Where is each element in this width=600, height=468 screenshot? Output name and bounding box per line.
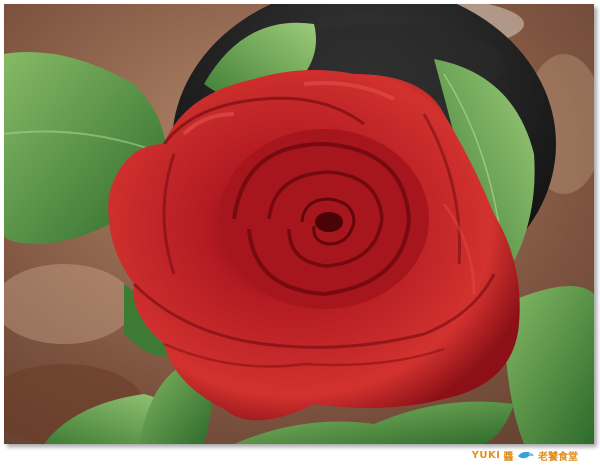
rose-photo [4, 4, 594, 444]
dolphin-icon [518, 451, 534, 459]
watermark-brand: YUKI [471, 449, 501, 461]
watermark: YUKI 醬 老饕食堂 [472, 447, 578, 463]
watermark-brand-glyph: 醬 [503, 451, 514, 463]
watermark-title: 老饕食堂 [538, 451, 578, 463]
